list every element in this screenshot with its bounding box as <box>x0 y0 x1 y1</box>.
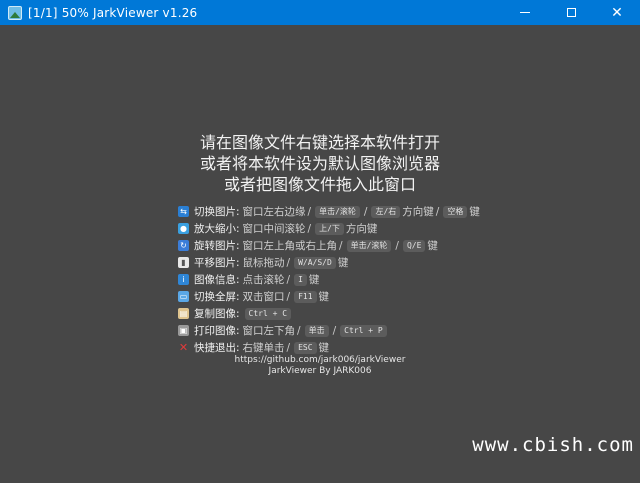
shortcut-row: ▤ 复制图像: Ctrl + C <box>178 305 480 322</box>
fullscreen-icon: ▭ <box>178 291 189 302</box>
welcome-line-1: 请在图像文件右键选择本软件打开 <box>199 133 440 152</box>
key-badge: Ctrl + P <box>340 324 387 337</box>
separator: / <box>286 256 291 269</box>
image-canvas[interactable]: 请在图像文件右键选择本软件打开 或者将本软件设为默认图像浏览器 或者把图像文件拖… <box>0 25 640 483</box>
separator: / <box>286 341 291 354</box>
shortcut-row: ▭ 切换全屏: 双击窗口 / F11 键 <box>178 288 480 305</box>
shortcut-label: 切换全屏 <box>194 291 236 303</box>
shortcut-label: 平移图片 <box>194 257 236 269</box>
maximize-button[interactable] <box>548 0 594 25</box>
github-link[interactable]: https://github.com/jark006/jarkViewer <box>0 355 640 366</box>
key-badge: 单击/滚轮 <box>346 239 392 252</box>
minimize-button[interactable] <box>502 0 548 25</box>
shortcut-colon: : <box>236 290 240 303</box>
credit-text: JarkViewer By JARK006 <box>268 366 372 376</box>
watermark: www.cbish.com <box>472 434 634 456</box>
shortcut-row: ⇆ 切换图片: 窗口左右边缘 / 单击/滚轮 / 左/右 方向键 / 空格键 <box>178 203 480 220</box>
exit-icon: ✕ <box>178 341 189 354</box>
shortcut-description: 窗口中间滚轮 <box>242 223 306 235</box>
separator: / <box>307 222 312 235</box>
separator: / <box>332 324 337 337</box>
info-icon: i <box>178 274 189 285</box>
shortcut-description: 鼠标拖动 <box>242 257 285 269</box>
key-badge: Q/E <box>402 239 426 252</box>
key-badge: I <box>294 273 307 286</box>
shortcut-label: 图像信息 <box>194 274 236 286</box>
shortcut-colon: : <box>236 239 240 252</box>
shortcut-description: 窗口左下角 <box>242 325 296 337</box>
shortcut-suffix: 方向键 <box>402 206 434 218</box>
title-bar[interactable]: [1/1] 50% JarkViewer v1.26 ✕ <box>0 0 640 25</box>
shortcut-row: ▮ 平移图片: 鼠标拖动 / W/A/S/D 键 <box>178 254 480 271</box>
footer: https://github.com/jark006/jarkViewer Ja… <box>0 355 640 377</box>
shortcut-suffix: 键 <box>318 291 330 303</box>
shortcut-row: ↻ 旋转图片: 窗口左上角或右上角 / 单击/滚轮 / Q/E 键 <box>178 237 480 254</box>
shortcut-suffix: 键 <box>318 342 330 354</box>
shortcut-suffix: 键 <box>469 206 480 218</box>
separator: / <box>297 324 301 337</box>
rotate-icon: ↻ <box>178 240 189 251</box>
shortcut-suffix: 键 <box>308 274 320 286</box>
shortcut-label: 打印图像 <box>194 325 236 337</box>
shortcut-suffix: 键 <box>427 240 438 252</box>
shortcut-row: ● 放大缩小: 窗口中间滚轮 / 上/下 方向键 <box>178 220 480 237</box>
separator: / <box>307 205 312 218</box>
shortcut-description: 窗口左右边缘 <box>242 206 306 218</box>
shortcut-description: 窗口左上角或右上角 <box>242 240 338 252</box>
shortcut-label: 复制图像 <box>194 308 236 320</box>
key-badge: 左/右 <box>371 205 401 218</box>
shortcut-label: 快捷退出 <box>194 342 236 354</box>
shortcut-suffix: 键 <box>337 257 349 269</box>
maximize-icon <box>566 8 576 17</box>
shortcut-colon: : <box>236 273 240 286</box>
separator: / <box>435 205 440 218</box>
print-icon: ▣ <box>178 325 189 336</box>
key-badge: Ctrl + C <box>244 307 292 320</box>
key-badge: 上/下 <box>315 222 344 235</box>
zoom-icon: ● <box>178 223 189 234</box>
shortcut-description: 双击窗口 <box>242 291 285 303</box>
shortcut-colon: : <box>236 256 240 269</box>
shortcut-label: 旋转图片 <box>194 240 236 252</box>
image-viewer-icon <box>8 5 22 20</box>
key-badge: 单击 <box>304 324 329 337</box>
shortcut-label: 切换图片 <box>194 206 236 218</box>
copy-icon: ▤ <box>178 308 189 319</box>
welcome-line-3: 或者把图像文件拖入此窗口 <box>223 175 416 194</box>
key-badge: 空格 <box>443 205 468 218</box>
key-badge: 单击/滚轮 <box>315 205 360 218</box>
switch-image-icon: ⇆ <box>178 206 189 217</box>
shortcut-colon: : <box>236 341 240 354</box>
window-title: [1/1] 50% JarkViewer v1.26 <box>28 5 198 20</box>
shortcut-label: 放大缩小 <box>194 223 236 235</box>
close-icon: ✕ <box>611 4 623 21</box>
shortcut-colon: : <box>236 222 240 235</box>
shortcut-row: ✕ 快捷退出: 右键单击 / ESC 键 <box>178 339 480 356</box>
separator: / <box>286 290 291 303</box>
welcome-line-2: 或者将本软件设为默认图像浏览器 <box>199 154 440 173</box>
minimize-icon <box>520 12 530 13</box>
shortcut-colon: : <box>236 324 240 337</box>
separator: / <box>363 205 368 218</box>
shortcut-list: ⇆ 切换图片: 窗口左右边缘 / 单击/滚轮 / 左/右 方向键 / 空格键 ● 放大缩小: 窗口中间滚… <box>178 203 480 356</box>
close-button[interactable]: ✕ <box>594 0 640 25</box>
shortcut-colon: : <box>236 307 240 320</box>
shortcut-suffix: 方向键 <box>345 223 378 235</box>
key-badge: ESC <box>294 341 317 354</box>
key-badge: F11 <box>294 290 317 303</box>
welcome-message: 请在图像文件右键选择本软件打开 或者将本软件设为默认图像浏览器 或者把图像文件拖… <box>0 132 640 195</box>
separator: / <box>339 239 343 252</box>
window-controls: ✕ <box>502 0 640 25</box>
separator: / <box>395 239 399 252</box>
separator: / <box>286 273 291 286</box>
shortcut-row: ▣ 打印图像: 窗口左下角 / 单击 / Ctrl + P <box>178 322 480 339</box>
shortcut-description: 点击滚轮 <box>242 274 285 286</box>
shortcut-row: i 图像信息: 点击滚轮 / I 键 <box>178 271 480 288</box>
shortcut-description: 右键单击 <box>242 342 285 354</box>
pan-icon: ▮ <box>178 257 189 268</box>
key-badge: W/A/S/D <box>294 256 336 269</box>
shortcut-colon: : <box>236 205 240 218</box>
